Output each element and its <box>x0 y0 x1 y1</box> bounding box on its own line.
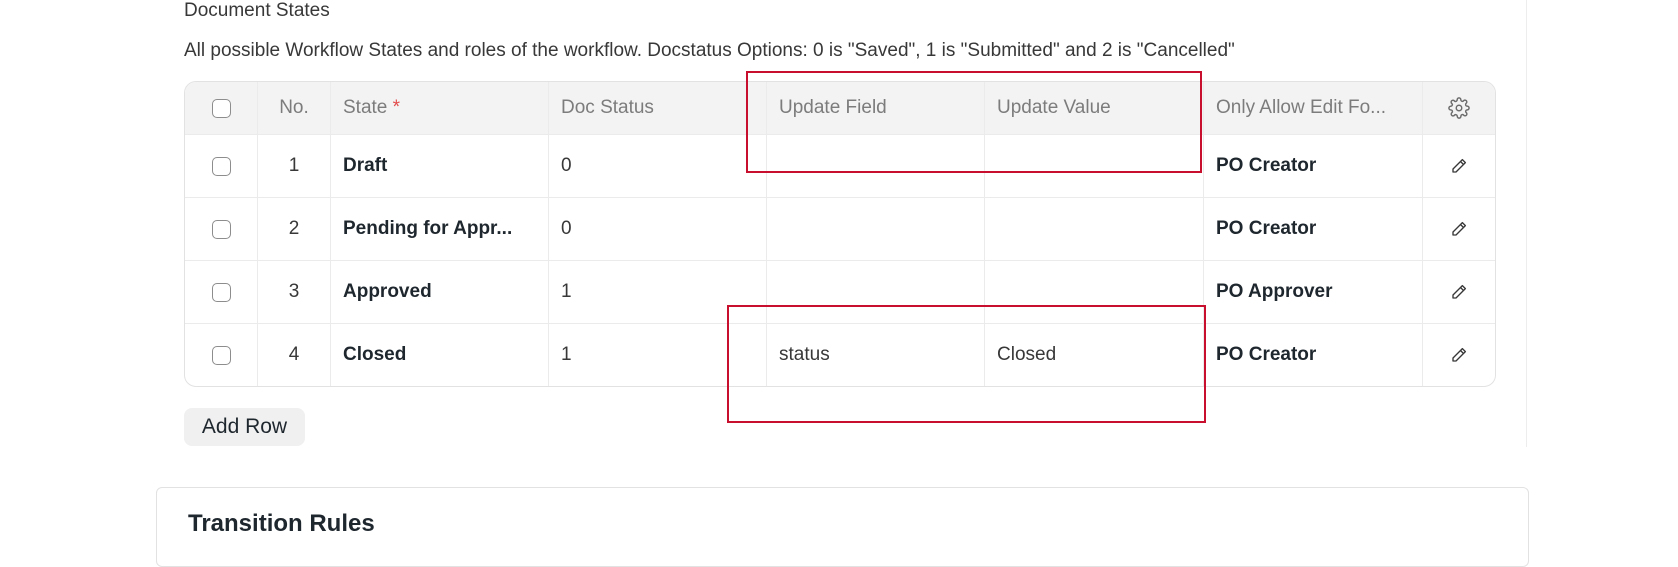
row-no: 4 <box>258 324 331 386</box>
required-mark: * <box>392 97 401 118</box>
row-update-value[interactable] <box>985 198 1204 260</box>
header-doc-status: Doc Status <box>549 82 767 134</box>
pencil-icon[interactable] <box>1450 283 1468 301</box>
row-doc-status[interactable]: 0 <box>549 135 767 197</box>
section-label: Document States <box>184 0 330 21</box>
row-doc-status[interactable]: 0 <box>549 198 767 260</box>
row-state[interactable]: Approved <box>331 261 549 323</box>
row-no: 1 <box>258 135 331 197</box>
section-description: All possible Workflow States and roles o… <box>184 40 1235 61</box>
row-checkbox[interactable] <box>211 219 231 239</box>
highlight-annotation-closed-row <box>727 305 1206 423</box>
row-only-allow-edit-for[interactable]: PO Creator <box>1204 135 1423 197</box>
row-only-allow-edit-for[interactable]: PO Creator <box>1204 324 1423 386</box>
header-settings-cell <box>1423 82 1495 134</box>
row-no: 3 <box>258 261 331 323</box>
row-no: 2 <box>258 198 331 260</box>
row-only-allow-edit-for[interactable]: PO Approver <box>1204 261 1423 323</box>
header-only-allow-edit-for: Only Allow Edit Fo... <box>1204 82 1423 134</box>
pencil-icon[interactable] <box>1450 157 1468 175</box>
row-checkbox[interactable] <box>211 282 231 302</box>
header-select-all-cell <box>185 82 258 134</box>
table-row[interactable]: 2 Pending for Appr... 0 PO Creator <box>185 197 1495 260</box>
row-checkbox[interactable] <box>211 345 231 365</box>
section-right-border <box>1526 0 1527 447</box>
row-checkbox[interactable] <box>211 156 231 176</box>
pencil-icon[interactable] <box>1450 220 1468 238</box>
select-all-checkbox[interactable] <box>211 98 231 118</box>
transition-rules-title: Transition Rules <box>188 510 375 537</box>
header-state: State * <box>331 82 549 134</box>
row-only-allow-edit-for[interactable]: PO Creator <box>1204 198 1423 260</box>
gear-icon[interactable] <box>1448 97 1470 119</box>
row-state[interactable]: Closed <box>331 324 549 386</box>
highlight-annotation-header <box>746 71 1202 173</box>
header-no: No. <box>258 82 331 134</box>
row-update-field[interactable] <box>767 198 985 260</box>
row-state[interactable]: Pending for Appr... <box>331 198 549 260</box>
pencil-icon[interactable] <box>1450 346 1468 364</box>
add-row-button[interactable]: Add Row <box>184 408 305 446</box>
row-state[interactable]: Draft <box>331 135 549 197</box>
